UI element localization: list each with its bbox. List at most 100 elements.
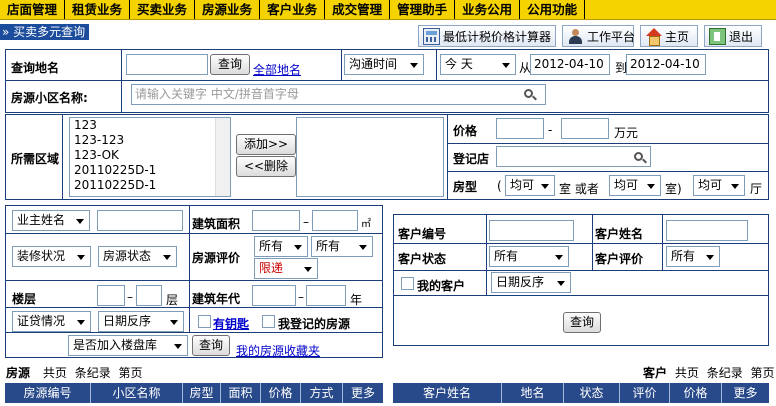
floor-dash: – [127, 290, 133, 304]
area-max-input[interactable] [312, 210, 358, 231]
customer-query-button[interactable]: 查询 [563, 312, 601, 333]
my-customer-checkbox[interactable] [401, 277, 414, 290]
col-divider [486, 215, 487, 295]
column-header[interactable]: 房源编号 [5, 383, 91, 403]
nav-listings[interactable]: 房源业务 [195, 0, 261, 19]
region-selected-list[interactable] [296, 117, 444, 197]
contact-time-select[interactable]: 沟通时间 [344, 54, 424, 75]
nav-shared-functions[interactable]: 公用功能 [520, 0, 586, 19]
floor-max-input[interactable] [136, 285, 162, 306]
col-divider [189, 206, 190, 332]
has-key-checkbox[interactable] [198, 315, 211, 328]
column-header[interactable]: 更多 [722, 383, 769, 403]
nav-shared-business[interactable]: 业务公用 [455, 0, 521, 19]
breadcrumb: » 买卖多元查询 [0, 24, 90, 40]
year-min-input[interactable] [252, 285, 296, 306]
owner-name-select[interactable]: 业主姓名 [12, 210, 90, 231]
date-order-select[interactable]: 日期反序 [98, 311, 184, 332]
region-source-list[interactable]: 123 123-123 123-OK 20110225D-1 20110225D… [69, 117, 231, 197]
customer-date-order-select[interactable]: 日期反序 [491, 272, 571, 293]
to-date-input[interactable]: 2012-04-10 [626, 54, 706, 75]
listing-query-button[interactable]: 查询 [192, 335, 230, 356]
col-divider [662, 215, 663, 270]
column-header[interactable]: 客户姓名 [393, 383, 502, 403]
rating-select-1[interactable]: 所有 [254, 236, 308, 257]
column-header[interactable]: 小区名称 [91, 383, 183, 403]
area-min-input[interactable] [252, 210, 300, 231]
address-input[interactable] [126, 54, 208, 75]
room-select-2[interactable]: 均可 [609, 175, 661, 196]
my-listing-checkbox[interactable] [262, 315, 275, 328]
customer-name-input[interactable] [666, 220, 748, 241]
type-paren: ( [497, 179, 502, 193]
column-header[interactable]: 评价 [620, 383, 670, 403]
column-header[interactable]: 面积 [221, 383, 261, 403]
workbench-button[interactable]: 工作平台 [562, 25, 635, 47]
all-addresses-link[interactable]: 全部地名 [253, 61, 301, 78]
floor-unit: 层 [166, 293, 179, 307]
hall-select[interactable]: 均可 [693, 175, 745, 196]
customer-name-label: 客户姓名 [595, 227, 644, 241]
hall-unit: 厅 [750, 182, 763, 196]
column-header[interactable]: 价格 [670, 383, 722, 403]
add-to-pool-select[interactable]: 是否加入楼盘库 [68, 335, 188, 356]
customer-status-select[interactable]: 所有 [489, 246, 569, 267]
tax-calculator-button[interactable]: 最低计税价格计算器 [418, 25, 556, 47]
column-header[interactable]: 方式 [301, 383, 343, 403]
nav-sales[interactable]: 买卖业务 [130, 0, 196, 19]
delete-region-button[interactable]: <<删除 [236, 156, 296, 177]
row-divider [394, 270, 768, 271]
floor-min-input[interactable] [97, 285, 125, 306]
list-item[interactable]: 123 [70, 118, 230, 133]
col-divider [62, 115, 63, 200]
home-label: 主页 [665, 29, 690, 44]
customers-records: 条纪录 [706, 366, 743, 380]
customer-rating-label: 客户评价 [595, 252, 644, 266]
has-key-link[interactable]: 有钥匙 [213, 315, 249, 332]
decoration-select[interactable]: 装修状况 [12, 246, 91, 267]
nav-deals[interactable]: 成交管理 [325, 0, 391, 19]
column-header[interactable]: 房型 [183, 383, 221, 403]
query-panel: 查询地名 查询 全部地名 沟通时间 今 天 从 2012-04-10 到 201… [5, 49, 769, 113]
price-max-input[interactable] [561, 118, 609, 139]
address-query-button[interactable]: 查询 [210, 54, 250, 75]
year-dash: – [298, 290, 304, 304]
listing-status-select[interactable]: 房源状态 [98, 246, 177, 267]
date-preset-select[interactable]: 今 天 [440, 54, 516, 75]
customer-id-input[interactable] [489, 220, 574, 241]
column-header[interactable]: 更多 [343, 383, 383, 403]
col-divider [341, 50, 342, 80]
year-max-input[interactable] [306, 285, 346, 306]
list-item[interactable]: 123-123 [70, 133, 230, 148]
nav-customers[interactable]: 客户业务 [260, 0, 326, 19]
store-search-input[interactable] [496, 146, 651, 167]
price-min-input[interactable] [496, 118, 544, 139]
room-or-label: 室 或者 [559, 182, 599, 196]
favorites-link[interactable]: 我的房源收藏夹 [236, 342, 320, 359]
home-button[interactable]: 主页 [640, 25, 698, 47]
add-region-button[interactable]: 添加>> [236, 134, 296, 155]
nav-rental[interactable]: 租赁业务 [65, 0, 131, 19]
user-icon [567, 28, 584, 45]
room-select[interactable]: 均可 [505, 175, 555, 196]
community-search-input[interactable]: 请输入关键字 中文/拼音首字母 [131, 84, 546, 105]
nav-store-management[interactable]: 店面管理 [0, 0, 66, 19]
column-header[interactable]: 地名 [502, 383, 564, 403]
from-date-input[interactable]: 2012-04-10 [530, 54, 610, 75]
owner-name-input[interactable] [97, 210, 183, 231]
floor-label: 楼层 [12, 292, 37, 306]
customer-rating-select[interactable]: 所有 [666, 246, 720, 267]
rating-select-3[interactable]: 限递 [254, 258, 318, 279]
column-header[interactable]: 状态 [564, 383, 620, 403]
list-item[interactable]: 20110225D-1 [70, 178, 230, 193]
nav-assistant[interactable]: 管理助手 [390, 0, 456, 19]
rating-select-2[interactable]: 所有 [311, 236, 373, 257]
list-item[interactable]: 20110225D-1 [70, 163, 230, 178]
loan-status-select[interactable]: 证贷情况 [12, 311, 91, 332]
row-divider [394, 243, 768, 244]
list-scrollbar[interactable] [215, 118, 230, 196]
exit-button[interactable]: 退出 [704, 25, 762, 47]
list-item[interactable]: 123-OK [70, 148, 230, 163]
column-header[interactable]: 价格 [261, 383, 301, 403]
customer-criteria-panel: 客户编号 客户姓名 客户状态 所有 客户评价 所有 我的客户 日期反序 查询 [393, 214, 769, 346]
